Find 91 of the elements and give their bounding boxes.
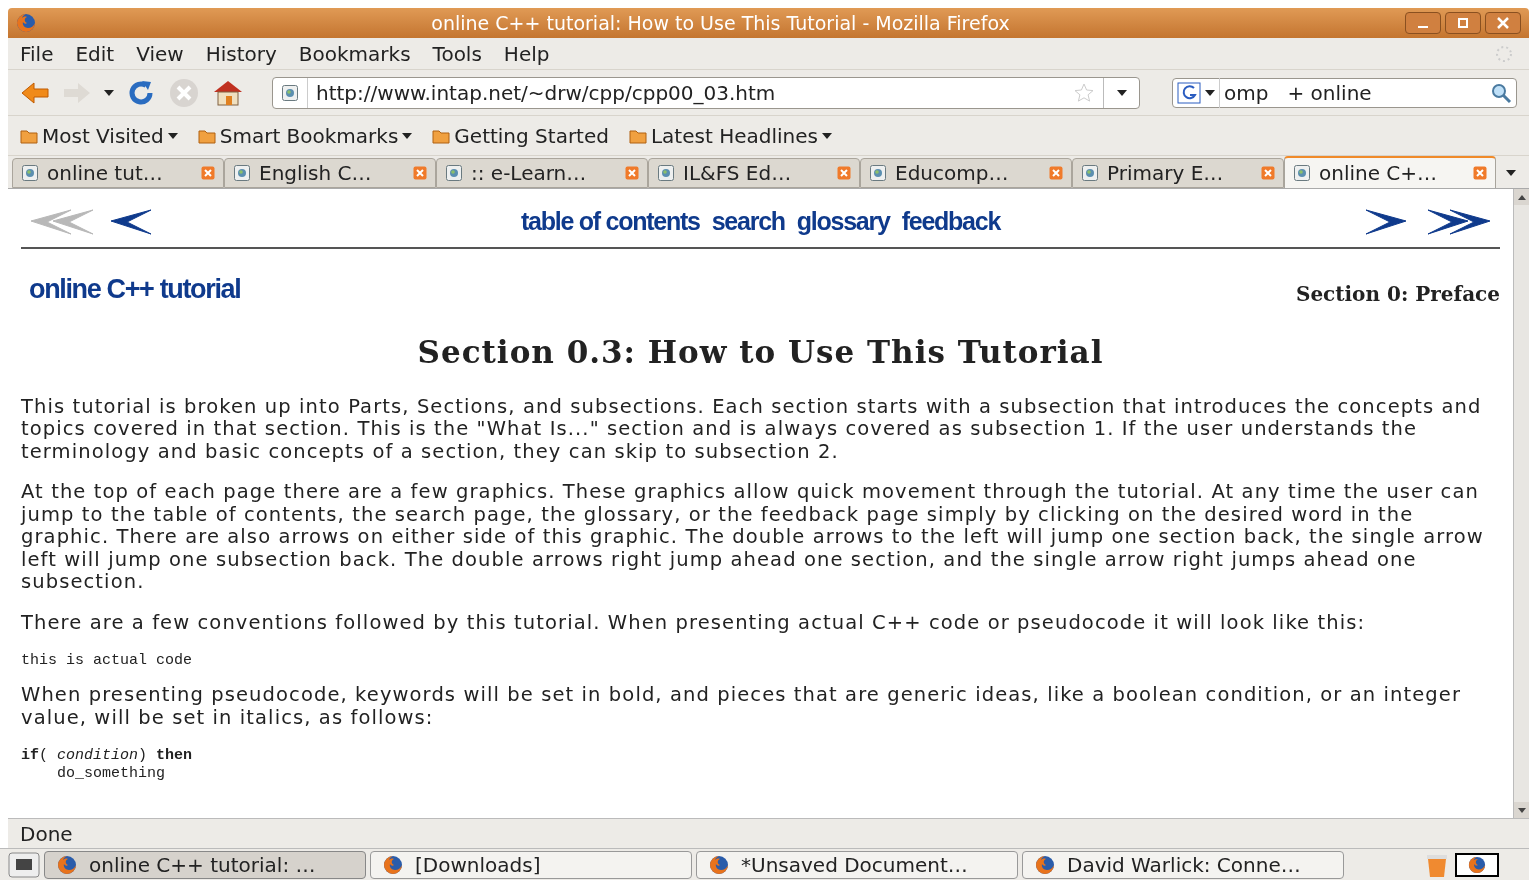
caret-icon bbox=[167, 132, 178, 139]
tutorial-logo: online C++ tutorial bbox=[28, 272, 241, 306]
show-desktop-icon[interactable] bbox=[8, 851, 40, 878]
nav-link[interactable]: table of contents bbox=[520, 203, 700, 241]
url-field[interactable]: http://www.intap.net/~drw/cpp/cpp00_03.htm bbox=[272, 76, 1140, 109]
browser-tab[interactable]: :: e-Learn… bbox=[436, 158, 648, 188]
bookmark-item[interactable]: Getting Started bbox=[432, 120, 609, 151]
close-button[interactable] bbox=[1485, 12, 1521, 34]
menu-item[interactable]: File bbox=[20, 38, 54, 69]
search-icon[interactable] bbox=[1490, 81, 1512, 104]
caret-icon bbox=[821, 132, 832, 139]
folder-icon bbox=[197, 127, 216, 144]
nav-link[interactable]: glossary bbox=[796, 203, 890, 241]
paragraph: This tutorial is broken up into Parts, Sections, and subsections. Each section starts with a subsection that introduces the concepts and topics covered in that section. This is the "What Is..." section and is always covered as subsection 1. If the user understands the terminology and basic concepts of a section, they can skip to subsection 2. bbox=[21, 395, 1483, 463]
window-title: online C++ tutorial: How to Use This Tutorial - Mozilla Firefox bbox=[430, 10, 1011, 36]
url-text: http://www.intap.net/~drw/cpp/cpp00_03.htm bbox=[307, 77, 1073, 108]
maximize-icon bbox=[1457, 17, 1469, 29]
browser-tab[interactable]: English C… bbox=[224, 158, 436, 188]
caret-icon bbox=[402, 132, 413, 139]
folder-icon bbox=[432, 127, 451, 144]
nav-link[interactable]: feedback bbox=[901, 203, 1001, 241]
search-text: omp + online bbox=[1219, 77, 1490, 108]
taskbar-item[interactable]: David Warlick: Conne… bbox=[1022, 850, 1344, 879]
nav-link[interactable]: search bbox=[711, 203, 785, 241]
section-label: Section 0: Preface bbox=[1295, 281, 1500, 308]
caret-icon bbox=[1505, 170, 1516, 176]
firefox-icon bbox=[1468, 855, 1486, 874]
code-line: this is actual code bbox=[21, 652, 193, 670]
close-icon[interactable] bbox=[837, 166, 851, 180]
page-icon bbox=[281, 83, 299, 102]
firefox-icon bbox=[383, 854, 403, 875]
browser-tab[interactable]: Educomp… bbox=[860, 158, 1072, 188]
page-icon bbox=[869, 164, 887, 182]
caret-icon bbox=[104, 89, 114, 96]
bookmark-item[interactable]: Smart Bookmarks bbox=[197, 120, 413, 151]
page-heading: Section 0.3: How to Use This Tutorial bbox=[416, 333, 1105, 372]
firefox-icon bbox=[57, 854, 77, 875]
page-icon bbox=[21, 164, 39, 182]
folder-icon bbox=[628, 127, 647, 144]
throbber-icon bbox=[1495, 44, 1513, 63]
tray-button[interactable] bbox=[1455, 852, 1499, 877]
menu-item[interactable]: Tools bbox=[432, 38, 482, 69]
menu-item[interactable]: Bookmarks bbox=[298, 38, 411, 69]
search-engine-icon[interactable] bbox=[1177, 81, 1201, 104]
browser-tab[interactable]: online C+… bbox=[1284, 156, 1496, 188]
page-icon bbox=[233, 164, 251, 182]
page-icon bbox=[445, 164, 463, 182]
page-icon bbox=[657, 164, 675, 182]
bookmark-item[interactable]: Most Visited bbox=[20, 120, 178, 151]
close-icon[interactable] bbox=[625, 166, 639, 180]
back-arrow-icon[interactable] bbox=[20, 80, 50, 105]
taskbar-item[interactable]: *Unsaved Document… bbox=[696, 850, 1018, 879]
menu-item[interactable]: Help bbox=[503, 38, 550, 69]
bookmark-item[interactable]: Latest Headlines bbox=[628, 120, 832, 151]
firefox-icon bbox=[1035, 854, 1055, 875]
minimize-button[interactable] bbox=[1405, 12, 1441, 34]
page-icon bbox=[1293, 164, 1311, 182]
close-icon bbox=[1497, 17, 1509, 29]
menu-item[interactable]: History bbox=[205, 38, 277, 69]
close-icon[interactable] bbox=[1261, 166, 1275, 180]
browser-tab[interactable]: online tut… bbox=[12, 158, 224, 188]
search-field[interactable]: omp + online bbox=[1172, 77, 1517, 108]
page-icon bbox=[1081, 164, 1099, 182]
browser-tab[interactable]: IL&FS Ed… bbox=[648, 158, 860, 188]
folder-icon bbox=[20, 127, 38, 144]
paragraph: At the top of each page there are a few graphics. These graphics allow quick movement through the tutorial. At any time the user can jump to the table of contents, the search page, the glossary, or the feedback page simply by clicking on the desired word in the graphic. There are also arrows on either side of this graphic. The double arrows to the left will jump one section back, the single arrow left will jump one subsection back. The double arrows right jump ahead one section, and the single arrow right jumps ahead one subsection. bbox=[21, 481, 1485, 594]
firefox-icon bbox=[709, 854, 729, 875]
menu-item[interactable]: Edit bbox=[75, 38, 115, 69]
caret-icon bbox=[1116, 89, 1127, 96]
close-icon[interactable] bbox=[413, 166, 427, 180]
close-icon[interactable] bbox=[1049, 166, 1063, 180]
scroll-up-icon[interactable] bbox=[1517, 194, 1526, 200]
caret-icon bbox=[1205, 89, 1215, 96]
home-icon[interactable] bbox=[212, 78, 244, 107]
scrollbar[interactable] bbox=[1513, 189, 1529, 818]
status-text: Done bbox=[20, 820, 73, 848]
maximize-button[interactable] bbox=[1445, 12, 1481, 34]
paragraph: There are a few conventions followed by this tutorial. When presenting actual C++ code or pseudocode it will look like this: bbox=[21, 611, 1367, 634]
scroll-down-icon[interactable] bbox=[1517, 807, 1526, 813]
browser-tab[interactable]: Primary E… bbox=[1072, 158, 1284, 188]
taskbar-item[interactable]: online C++ tutorial: … bbox=[44, 850, 366, 879]
menu-item[interactable]: View bbox=[136, 38, 184, 69]
taskbar-item[interactable]: [Downloads] bbox=[370, 850, 692, 879]
code-line: do_something bbox=[56, 765, 166, 783]
paragraph: When presenting pseudocode, keywords will be set in bold, and pieces that are generic ideas, like a boolean condition, or an integer value, will be set in italics, as follows: bbox=[21, 684, 1462, 729]
code-line: if( condition) then bbox=[21, 747, 193, 765]
firefox-logo-icon bbox=[16, 13, 36, 33]
close-icon[interactable] bbox=[201, 166, 215, 180]
minimize-icon bbox=[1418, 26, 1428, 28]
close-icon[interactable] bbox=[1473, 166, 1487, 180]
star-icon[interactable] bbox=[1073, 81, 1095, 104]
